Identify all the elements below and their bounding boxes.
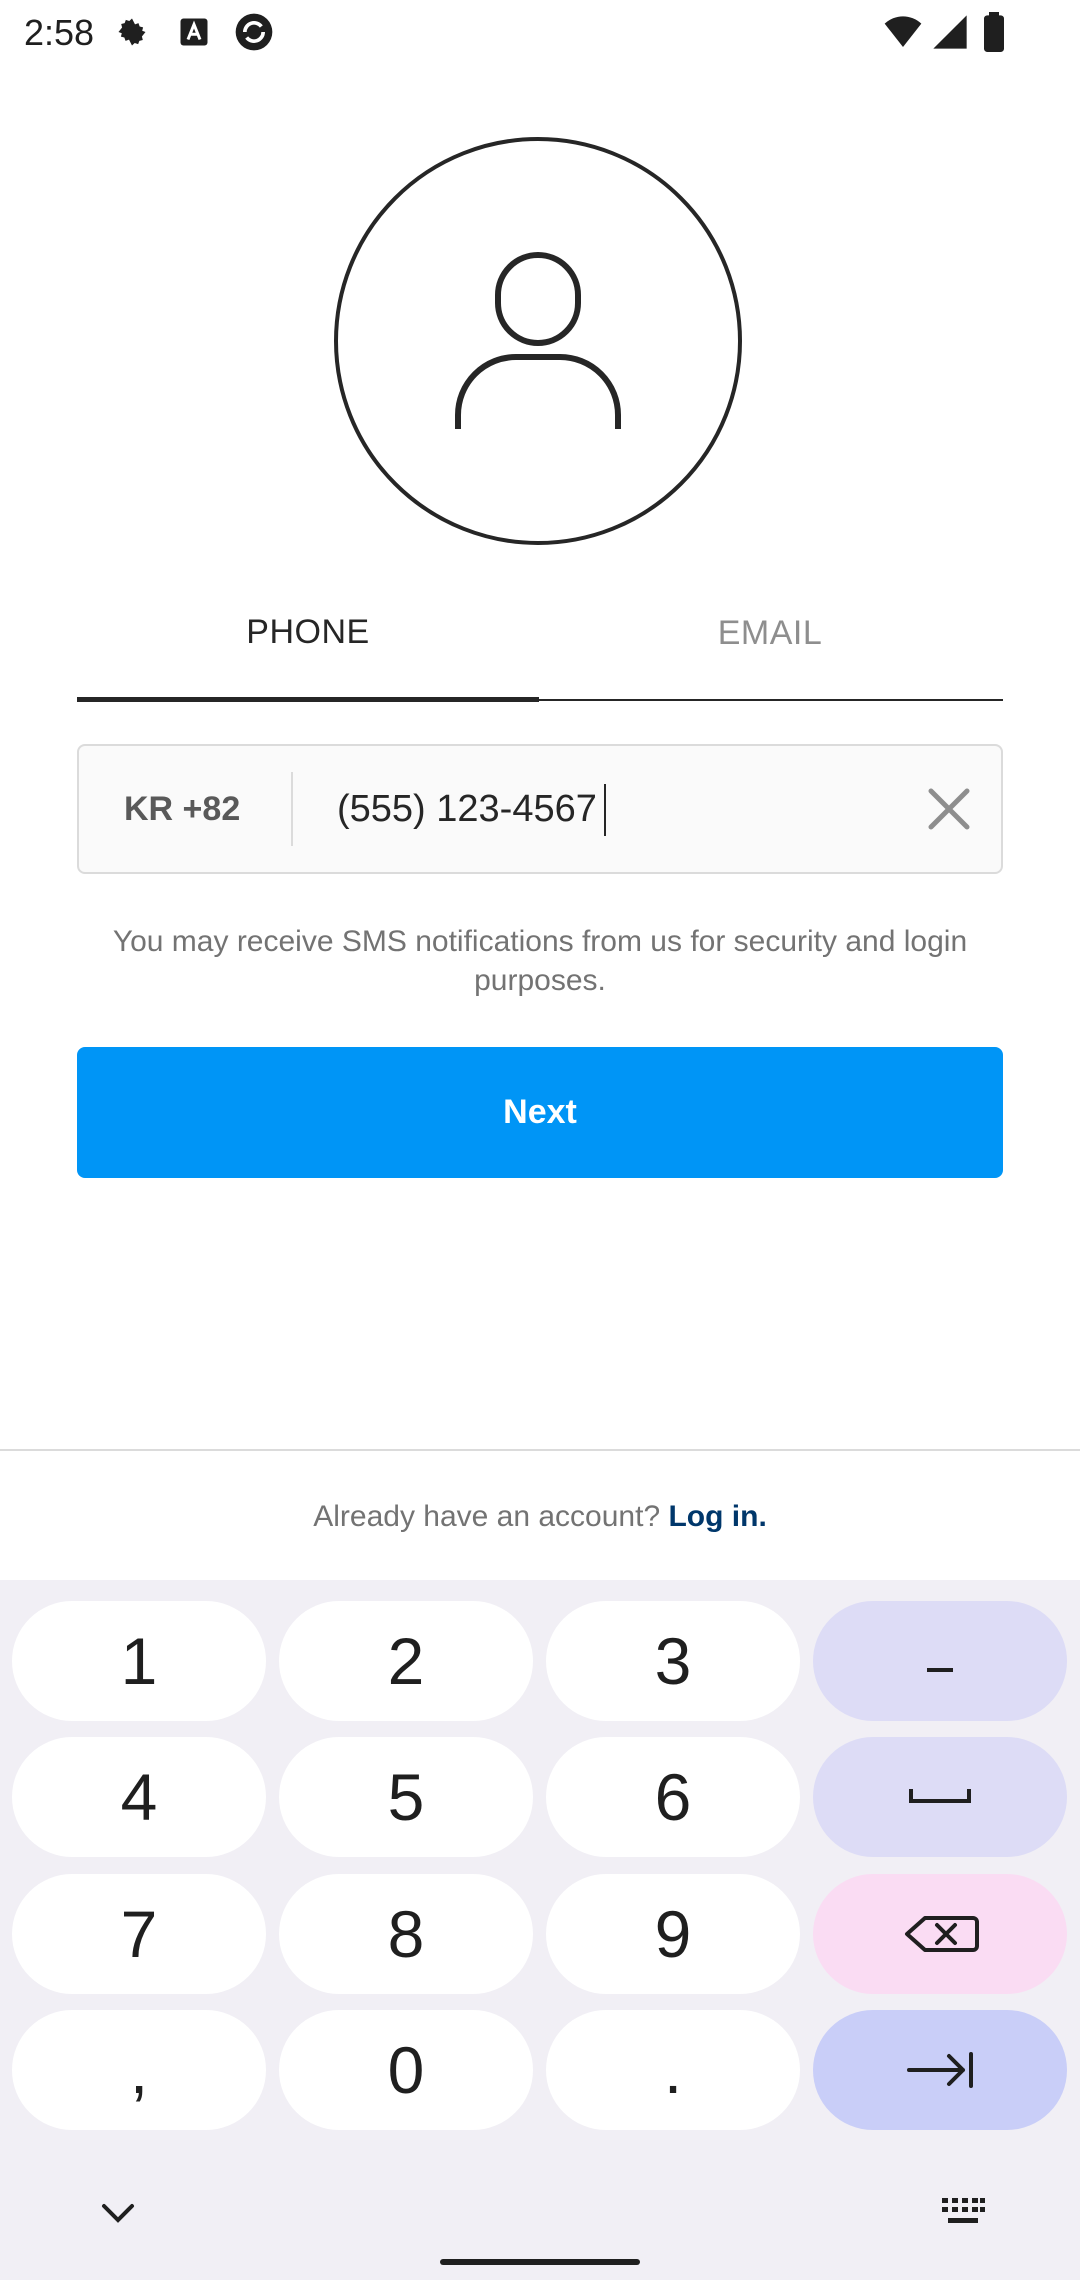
login-prompt: Already have an account? Log in. <box>0 1500 1080 1534</box>
key-0[interactable]: 0 <box>279 2010 533 2130</box>
profile-avatar <box>334 137 742 545</box>
key-1[interactable]: 1 <box>12 1601 266 1721</box>
status-bar: 2:58 <box>0 0 1080 66</box>
minus-icon <box>927 1668 953 1672</box>
keyboard-switch-icon[interactable] <box>940 2196 986 2228</box>
tab-phone-label: PHONE <box>246 613 370 651</box>
tab-email[interactable]: EMAIL <box>539 605 1001 695</box>
input-divider <box>291 772 293 846</box>
sms-notice: You may receive SMS notifications from u… <box>112 925 968 997</box>
clear-input-icon[interactable] <box>909 769 989 849</box>
key-period[interactable]: . <box>546 2010 800 2130</box>
tab-phone[interactable]: PHONE <box>77 605 539 695</box>
tab-active-indicator <box>77 697 539 702</box>
country-code-selector[interactable]: KR +82 <box>124 746 240 872</box>
battery-icon <box>984 12 1004 52</box>
cellular-signal-icon <box>933 15 967 49</box>
login-link[interactable]: Log in. <box>668 1500 766 1533</box>
key-4[interactable]: 4 <box>12 1737 266 1857</box>
sync-app-icon <box>235 13 273 51</box>
phone-number-input[interactable] <box>337 746 897 872</box>
key-5[interactable]: 5 <box>279 1737 533 1857</box>
home-indicator[interactable] <box>440 2259 640 2265</box>
wifi-icon <box>884 16 922 47</box>
settings-icon <box>118 18 146 46</box>
key-6[interactable]: 6 <box>546 1737 800 1857</box>
text-caret <box>604 784 606 836</box>
key-comma[interactable]: , <box>12 2010 266 2130</box>
key-9[interactable]: 9 <box>546 1874 800 1994</box>
space-icon <box>909 1789 971 1803</box>
key-backspace[interactable] <box>813 1874 1067 1994</box>
key-8[interactable]: 8 <box>279 1874 533 1994</box>
key-next-field[interactable] <box>813 2010 1067 2130</box>
status-time: 2:58 <box>24 12 95 53</box>
hide-keyboard-icon[interactable] <box>96 2198 140 2228</box>
backspace-icon <box>905 1916 979 1952</box>
next-field-icon <box>907 2052 973 2088</box>
next-button[interactable]: Next <box>77 1047 1003 1178</box>
phone-input-field: KR +82 <box>77 744 1003 874</box>
key-space[interactable] <box>813 1737 1067 1857</box>
login-prompt-text: Already have an account? <box>313 1500 661 1533</box>
key-7[interactable]: 7 <box>12 1874 266 1994</box>
key-2[interactable]: 2 <box>279 1601 533 1721</box>
key-minus[interactable] <box>813 1601 1067 1721</box>
person-icon <box>455 252 621 429</box>
numeric-keyboard: 1 2 3 4 5 6 7 8 9 , 0 . <box>0 1580 1080 2280</box>
key-3[interactable]: 3 <box>546 1601 800 1721</box>
tab-email-label: EMAIL <box>717 614 823 652</box>
footer-divider <box>0 1449 1080 1451</box>
font-a-icon <box>180 18 208 46</box>
